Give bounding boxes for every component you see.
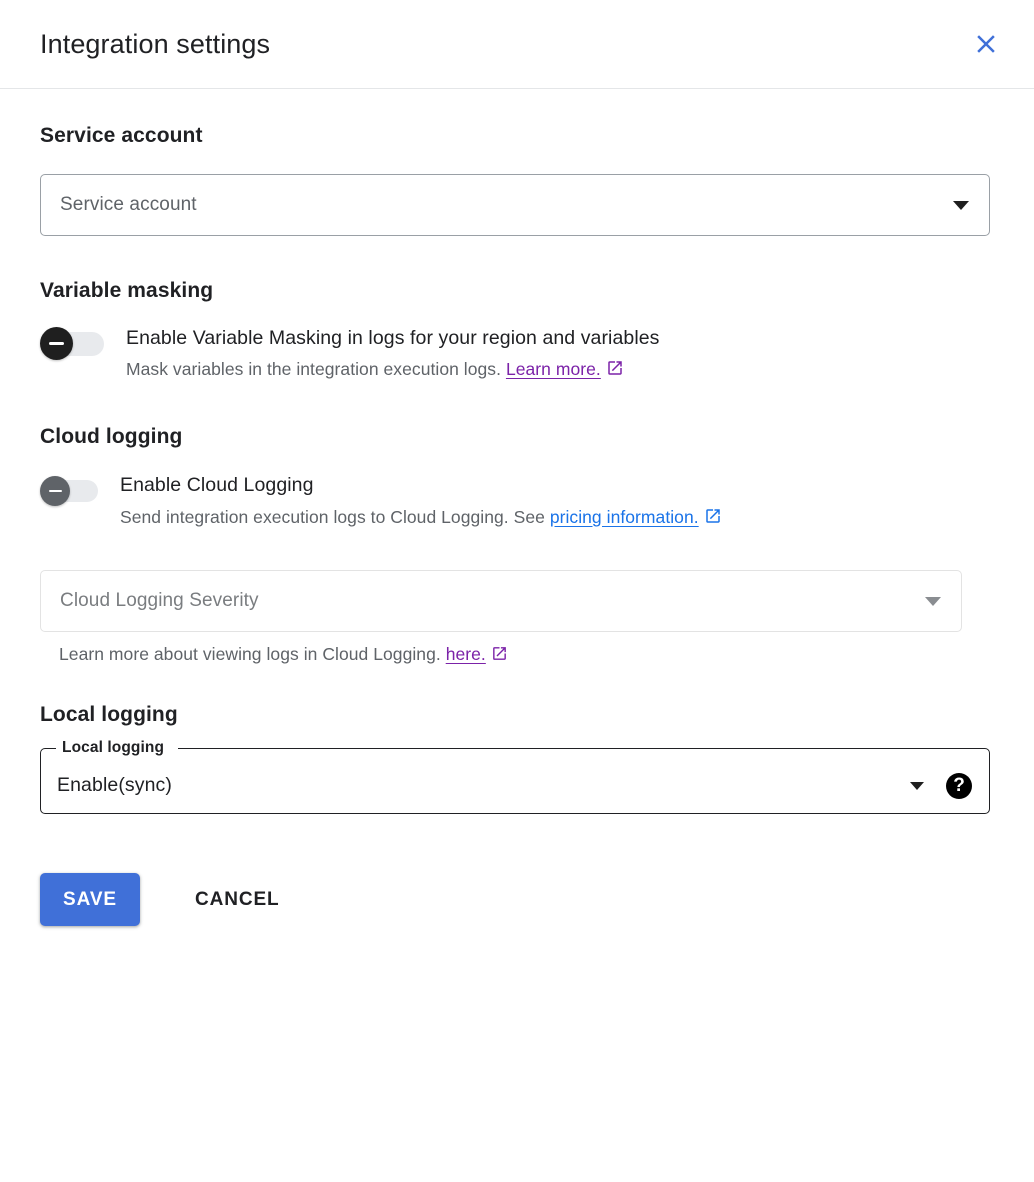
- variable-masking-section: Variable masking Enable Variable Masking…: [40, 236, 994, 381]
- variable-masking-label: Enable Variable Masking in logs for your…: [126, 327, 660, 349]
- variable-masking-description: Mask variables in the integration execut…: [126, 358, 659, 381]
- cloud-logging-hint-text: Learn more about viewing logs in Cloud L…: [59, 644, 446, 665]
- dialog-header: Integration settings: [0, 0, 1034, 89]
- page-title: Integration settings: [40, 28, 271, 59]
- cloud-logging-severity-value: Cloud Logging Severity: [60, 590, 259, 612]
- variable-masking-row: Enable Variable Masking in logs for your…: [40, 325, 994, 381]
- local-logging-section: Local logging Local logging Enable(sync)…: [40, 665, 994, 815]
- cloud-logging-description-text: Send integration execution logs to Cloud…: [120, 506, 550, 527]
- local-logging-field-label: Local logging: [59, 738, 168, 758]
- pricing-information-link[interactable]: pricing information.: [550, 507, 699, 527]
- cloud-logging-section: Cloud logging Enable Cloud Logging Send …: [40, 381, 994, 665]
- here-link[interactable]: here.: [446, 644, 486, 664]
- chevron-down-icon: [925, 596, 941, 606]
- cloud-logging-description: Send integration execution logs to Cloud…: [120, 506, 722, 529]
- cloud-logging-heading: Cloud logging: [40, 425, 183, 449]
- local-logging-heading: Local logging: [40, 703, 178, 727]
- minus-icon: [40, 327, 73, 360]
- chevron-down-icon: [910, 781, 924, 790]
- service-account-select-value: Service account: [60, 194, 197, 215]
- cloud-logging-label: Enable Cloud Logging: [120, 474, 314, 497]
- dialog-actions: SAVE CANCEL: [40, 814, 994, 927]
- close-button[interactable]: [962, 20, 1010, 68]
- variable-masking-toggle[interactable]: [40, 327, 104, 360]
- cloud-logging-severity-wrap: Cloud Logging Severity Learn more about …: [40, 570, 994, 665]
- variable-masking-description-text: Mask variables in the integration execut…: [126, 359, 506, 380]
- learn-more-link[interactable]: Learn more.: [506, 359, 601, 379]
- minus-icon: [40, 476, 70, 507]
- local-logging-field-value: Enable(sync): [57, 774, 173, 797]
- cloud-logging-severity-select[interactable]: Cloud Logging Severity: [40, 570, 962, 633]
- service-account-select[interactable]: Service account: [40, 174, 990, 236]
- chevron-down-icon: [953, 200, 969, 210]
- cloud-logging-toggle[interactable]: [40, 476, 98, 507]
- help-icon[interactable]: ?: [946, 772, 972, 799]
- dialog-body: Service account Service account Variable…: [0, 89, 1034, 927]
- save-button[interactable]: SAVE: [40, 873, 140, 927]
- cloud-logging-hint: Learn more about viewing logs in Cloud L…: [59, 644, 994, 665]
- cloud-logging-texts: Enable Cloud Logging Send integration ex…: [120, 472, 722, 528]
- cancel-button[interactable]: CANCEL: [183, 873, 292, 926]
- local-logging-select[interactable]: Local logging Enable(sync) ?: [40, 738, 990, 815]
- close-icon: [971, 29, 1001, 59]
- open-in-new-icon[interactable]: [491, 645, 508, 662]
- service-account-heading: Service account: [40, 124, 203, 147]
- variable-masking-texts: Enable Variable Masking in logs for your…: [126, 325, 659, 381]
- open-in-new-icon[interactable]: [704, 507, 722, 525]
- variable-masking-heading: Variable masking: [40, 279, 214, 302]
- service-account-section: Service account Service account: [40, 89, 994, 236]
- open-in-new-icon[interactable]: [606, 359, 624, 377]
- cloud-logging-row: Enable Cloud Logging Send integration ex…: [40, 472, 994, 528]
